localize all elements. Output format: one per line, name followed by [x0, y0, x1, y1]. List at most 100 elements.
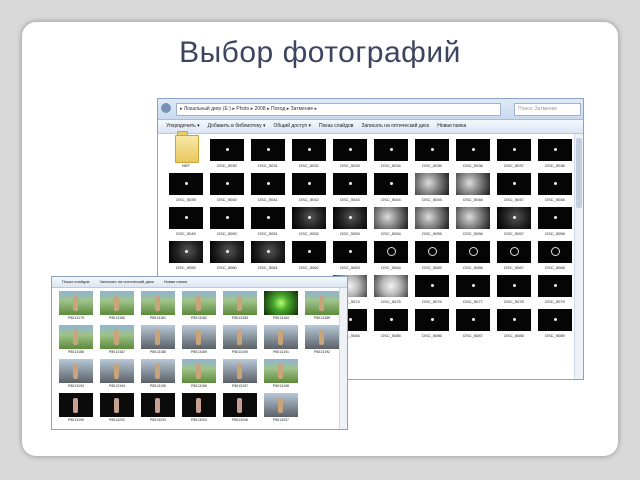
toolbar-small-item[interactable]: Записать на оптический диск [100, 279, 154, 284]
photo-item[interactable]: P8013193 [57, 359, 95, 393]
file-name: DSC_5086 [422, 333, 442, 338]
photo-item[interactable]: P8013180 [98, 291, 136, 325]
photo-item[interactable]: DSC_5086 [414, 309, 450, 343]
toolbar-item[interactable]: Новая папка [437, 123, 466, 129]
photo-item[interactable]: DSC_5034 [373, 139, 409, 173]
photo-item[interactable]: DSC_5061 [250, 241, 286, 275]
photo-item[interactable]: DSC_5067 [496, 241, 532, 275]
explorer-window-hike[interactable]: Показ слайдов Записать на оптический диск… [51, 276, 348, 430]
photo-item[interactable]: P8013184 [262, 291, 300, 325]
photo-item[interactable]: DSC_5078 [496, 275, 532, 309]
photo-item[interactable]: DSC_5036 [455, 139, 491, 173]
photo-item[interactable]: DSC_5035 [414, 139, 450, 173]
photo-item[interactable]: DSC_5052 [291, 207, 327, 241]
photo-item[interactable]: DSC_5064 [373, 241, 409, 275]
photo-item[interactable]: P8013183 [221, 291, 259, 325]
photo-item[interactable]: DSC_5031 [250, 139, 286, 173]
photo-item[interactable]: DSC_5040 [209, 173, 245, 207]
photo-item[interactable]: DSC_5046 [455, 173, 491, 207]
photo-item[interactable]: DSC_5088 [496, 309, 532, 343]
photo-item[interactable]: DSC_5039 [168, 173, 204, 207]
photo-item[interactable]: DSC_5060 [209, 241, 245, 275]
photo-item[interactable]: P8013197 [221, 359, 259, 393]
photo-item[interactable]: DSC_5087 [455, 309, 491, 343]
photo-item[interactable]: DSC_5042 [291, 173, 327, 207]
photo-item[interactable]: DSC_5089 [537, 309, 573, 343]
file-grid-small: P8013179 P8013180 P8013181 P8013182 P8013183… [57, 291, 341, 427]
photo-item[interactable]: DSC_5032 [291, 139, 327, 173]
photo-item[interactable]: DSC_5075 [373, 275, 409, 309]
vertical-scrollbar[interactable] [574, 134, 583, 379]
photo-item[interactable]: DSC_5085 [373, 309, 409, 343]
photo-item[interactable]: DSC_5051 [250, 207, 286, 241]
photo-item[interactable]: P8013206 [221, 393, 259, 427]
photo-item[interactable]: P8013202 [98, 393, 136, 427]
photo-item[interactable]: DSC_5079 [537, 275, 573, 309]
photo-item[interactable]: DSC_5059 [168, 241, 204, 275]
toolbar-item[interactable]: Общий доступ ▾ [274, 123, 312, 129]
photo-item[interactable]: DSC_5066 [455, 241, 491, 275]
folder-item[interactable]: NEF [168, 131, 204, 173]
photo-item[interactable]: DSC_5037 [496, 139, 532, 173]
photo-item[interactable]: P8013190 [221, 325, 259, 359]
photo-item[interactable]: DSC_5048 [537, 173, 573, 207]
file-name: DSC_5063 [340, 265, 360, 270]
photo-item[interactable]: DSC_5068 [537, 241, 573, 275]
back-arrow-icon[interactable] [161, 103, 171, 113]
photo-item[interactable]: P8013182 [180, 291, 218, 325]
toolbar-item[interactable]: Записать на оптический диск [361, 123, 429, 129]
photo-item[interactable]: DSC_5053 [332, 207, 368, 241]
photo-item[interactable]: P8013194 [98, 359, 136, 393]
photo-item[interactable]: P8013196 [180, 359, 218, 393]
photo-item[interactable]: DSC_5041 [250, 173, 286, 207]
photo-item[interactable]: P8013195 [139, 359, 177, 393]
photo-item[interactable]: DSC_5047 [496, 173, 532, 207]
toolbar-item[interactable]: Добавить в библиотеку ▾ [208, 123, 266, 129]
photo-item[interactable]: P8013186 [57, 325, 95, 359]
photo-item[interactable]: P8013204 [180, 393, 218, 427]
photo-item[interactable]: DSC_5076 [414, 275, 450, 309]
photo-item[interactable]: DSC_5062 [291, 241, 327, 275]
photo-item[interactable]: DSC_5065 [414, 241, 450, 275]
photo-item[interactable]: P8013203 [139, 393, 177, 427]
photo-item[interactable]: DSC_5033 [332, 139, 368, 173]
photo-item[interactable]: DSC_5057 [496, 207, 532, 241]
photo-item[interactable]: DSC_5050 [209, 207, 245, 241]
photo-item[interactable]: DSC_5030 [209, 139, 245, 173]
photo-item[interactable]: DSC_5055 [414, 207, 450, 241]
photo-item[interactable]: DSC_5045 [414, 173, 450, 207]
scrollbar-thumb[interactable] [576, 138, 582, 208]
file-name: NEF [182, 163, 190, 168]
photo-item[interactable]: DSC_5058 [537, 207, 573, 241]
photo-item[interactable]: P8013188 [139, 325, 177, 359]
photo-thumbnail [169, 241, 203, 263]
photo-item[interactable]: P8013187 [98, 325, 136, 359]
photo-item[interactable]: DSC_5054 [373, 207, 409, 241]
toolbar-small-item[interactable]: Показ слайдов [62, 279, 90, 284]
toolbar-small-item[interactable]: Новая папка [164, 279, 187, 284]
photo-item[interactable]: P8013189 [180, 325, 218, 359]
vertical-scrollbar-small[interactable] [339, 288, 347, 429]
photo-item[interactable]: DSC_5056 [455, 207, 491, 241]
photo-item[interactable]: P8013207 [262, 393, 300, 427]
photo-item[interactable]: P8013198 [262, 359, 300, 393]
toolbar-item[interactable]: Показ слайдов [319, 123, 353, 129]
photo-item[interactable]: DSC_5044 [373, 173, 409, 207]
photo-item[interactable]: DSC_5043 [332, 173, 368, 207]
file-name: P8013184 [273, 316, 289, 320]
photo-item[interactable]: P8013199 [57, 393, 95, 427]
photo-item[interactable]: P8013191 [262, 325, 300, 359]
photo-item[interactable]: DSC_5063 [332, 241, 368, 275]
photo-item[interactable]: P8013181 [139, 291, 177, 325]
search-input[interactable]: Поиск: Затмение [514, 103, 581, 116]
photo-thumbnail [292, 207, 326, 229]
photo-item[interactable]: DSC_5049 [168, 207, 204, 241]
photo-item[interactable]: DSC_5077 [455, 275, 491, 309]
photo-item[interactable]: DSC_5038 [537, 139, 573, 173]
toolbar-item[interactable]: Упорядочить ▾ [166, 123, 200, 129]
photo-item[interactable]: P8013179 [57, 291, 95, 325]
breadcrumb[interactable]: ▸ Локальный диск (E:) ▸ Photo ▸ 2008 ▸ П… [176, 103, 501, 116]
photo-item[interactable]: P8013185 [303, 291, 341, 325]
photo-thumbnail [182, 325, 216, 349]
photo-item[interactable]: P8013192 [303, 325, 341, 359]
